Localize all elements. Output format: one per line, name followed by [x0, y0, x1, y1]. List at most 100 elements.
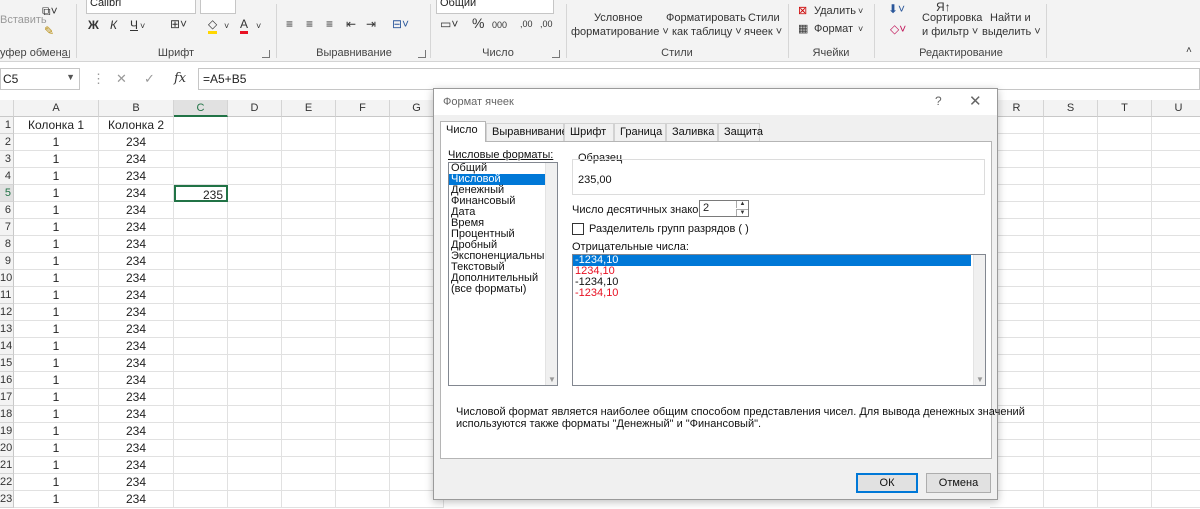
table-cell[interactable]: [1098, 270, 1152, 287]
italic-button[interactable]: К: [110, 18, 117, 32]
table-cell[interactable]: [228, 236, 282, 253]
table-cell[interactable]: [1098, 151, 1152, 168]
table-cell[interactable]: [228, 355, 282, 372]
chevron-down-icon[interactable]: ▼: [548, 375, 556, 384]
row-header[interactable]: 13: [0, 321, 14, 338]
table-cell[interactable]: [1152, 270, 1200, 287]
row-header[interactable]: 22: [0, 474, 14, 491]
table-cell[interactable]: [1098, 219, 1152, 236]
table-cell[interactable]: 1: [14, 372, 99, 389]
table-cell[interactable]: [336, 134, 390, 151]
table-cell[interactable]: [282, 117, 336, 134]
row-header[interactable]: 18: [0, 406, 14, 423]
table-cell[interactable]: [990, 474, 1044, 491]
thousands-button[interactable]: 000: [492, 18, 507, 32]
table-cell[interactable]: [990, 423, 1044, 440]
row-header[interactable]: 10: [0, 270, 14, 287]
table-cell[interactable]: [1044, 287, 1098, 304]
table-cell[interactable]: [336, 202, 390, 219]
cell-styles-button[interactable]: Стили: [748, 12, 780, 25]
chevron-down-icon[interactable]: ˅: [140, 19, 145, 33]
table-cell[interactable]: [336, 355, 390, 372]
enter-icon[interactable]: ✓: [144, 71, 155, 87]
align-right-icon[interactable]: ≡: [326, 17, 333, 31]
table-cell[interactable]: [282, 355, 336, 372]
conditional-format-button[interactable]: Условное: [594, 12, 643, 25]
table-cell[interactable]: 1: [14, 151, 99, 168]
table-cell[interactable]: [282, 474, 336, 491]
table-cell[interactable]: 234: [99, 491, 174, 508]
table-cell[interactable]: [228, 134, 282, 151]
table-cell[interactable]: 234: [99, 355, 174, 372]
table-cell[interactable]: [1098, 440, 1152, 457]
row-header[interactable]: 19: [0, 423, 14, 440]
table-cell[interactable]: [1098, 474, 1152, 491]
table-cell[interactable]: [1044, 321, 1098, 338]
table-cell[interactable]: [1098, 423, 1152, 440]
table-cell[interactable]: [1044, 474, 1098, 491]
table-cell[interactable]: [1044, 304, 1098, 321]
table-cell[interactable]: 1: [14, 440, 99, 457]
table-cell[interactable]: [1044, 168, 1098, 185]
table-cell[interactable]: [1098, 321, 1152, 338]
formats-list[interactable]: Общий Числовой Денежный Финансовый Дата Время…: [448, 162, 558, 386]
column-header[interactable]: E: [282, 100, 336, 117]
table-cell[interactable]: [990, 168, 1044, 185]
table-cell[interactable]: [1152, 338, 1200, 355]
table-cell[interactable]: [1044, 372, 1098, 389]
row-header[interactable]: 7: [0, 219, 14, 236]
row-header[interactable]: 23: [0, 491, 14, 508]
table-cell[interactable]: 1: [14, 219, 99, 236]
table-cell[interactable]: [1152, 202, 1200, 219]
align-left-icon[interactable]: ≡: [286, 17, 293, 31]
table-cell[interactable]: 1: [14, 474, 99, 491]
table-cell[interactable]: [282, 270, 336, 287]
table-cell[interactable]: [282, 151, 336, 168]
format-as-table-button[interactable]: Форматировать: [666, 12, 746, 25]
scrollbar[interactable]: ▼: [545, 163, 557, 385]
name-box[interactable]: C5 ▼: [0, 68, 80, 90]
select-all-corner[interactable]: [0, 100, 14, 117]
scrollbar[interactable]: ▼: [973, 255, 985, 385]
table-cell[interactable]: [282, 134, 336, 151]
table-cell[interactable]: [990, 491, 1044, 508]
table-cell[interactable]: [336, 253, 390, 270]
table-cell[interactable]: [1152, 219, 1200, 236]
row-header[interactable]: 4: [0, 168, 14, 185]
table-cell[interactable]: [990, 202, 1044, 219]
table-cell[interactable]: [990, 321, 1044, 338]
table-cell[interactable]: 1: [14, 355, 99, 372]
row-header[interactable]: 17: [0, 389, 14, 406]
table-cell[interactable]: 234: [99, 474, 174, 491]
table-cell[interactable]: [228, 389, 282, 406]
table-cell[interactable]: [990, 457, 1044, 474]
table-cell[interactable]: [990, 236, 1044, 253]
bold-button[interactable]: Ж: [88, 18, 99, 32]
tab-3[interactable]: Граница: [614, 123, 666, 141]
table-cell[interactable]: [990, 219, 1044, 236]
table-cell[interactable]: [1044, 389, 1098, 406]
sort-filter-button[interactable]: Сортировка: [922, 12, 982, 25]
row-header[interactable]: 20: [0, 440, 14, 457]
merge-icon[interactable]: ⊟˅: [392, 17, 409, 31]
row-header[interactable]: 1: [0, 117, 14, 134]
chevron-up-icon[interactable]: ▲: [736, 201, 748, 208]
table-cell[interactable]: [282, 287, 336, 304]
table-cell[interactable]: 1: [14, 338, 99, 355]
table-cell[interactable]: [336, 321, 390, 338]
table-cell[interactable]: [174, 202, 228, 219]
table-cell[interactable]: [228, 304, 282, 321]
column-header[interactable]: R: [990, 100, 1044, 117]
cell-styles-button-2[interactable]: ячеек ˅: [744, 26, 782, 39]
table-cell[interactable]: [1044, 491, 1098, 508]
table-cell[interactable]: 234: [99, 202, 174, 219]
table-cell[interactable]: [336, 270, 390, 287]
table-cell[interactable]: [282, 219, 336, 236]
table-cell[interactable]: [174, 253, 228, 270]
table-cell[interactable]: [1152, 134, 1200, 151]
chevron-down-icon[interactable]: ˅: [858, 22, 863, 36]
format-painter-icon[interactable]: ✎: [44, 24, 54, 38]
table-cell[interactable]: [990, 338, 1044, 355]
currency-icon[interactable]: ▭˅: [440, 17, 458, 31]
table-cell[interactable]: [990, 440, 1044, 457]
